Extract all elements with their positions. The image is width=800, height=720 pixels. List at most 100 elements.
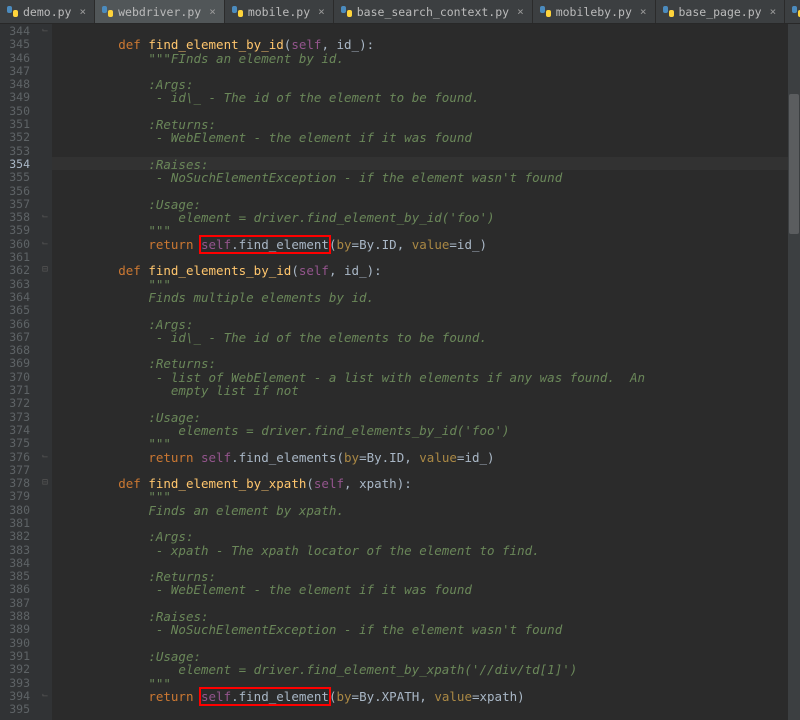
- code-line[interactable]: def find_elements_by_id(self, id_):: [58, 264, 800, 277]
- code-line[interactable]: :Args:: [58, 318, 800, 331]
- fold-marker[interactable]: [38, 423, 52, 436]
- code-line[interactable]: [58, 251, 800, 264]
- code-line[interactable]: [58, 517, 800, 530]
- code-editor[interactable]: 3443453463473483493503513523533543553563…: [0, 24, 800, 720]
- code-line[interactable]: :Args:: [58, 530, 800, 543]
- fold-marker[interactable]: [38, 157, 52, 170]
- fold-marker[interactable]: [38, 582, 52, 595]
- code-line[interactable]: :Returns:: [58, 118, 800, 131]
- fold-marker[interactable]: [38, 51, 52, 64]
- fold-marker[interactable]: [38, 130, 52, 143]
- code-line[interactable]: """: [58, 490, 800, 503]
- fold-marker[interactable]: [38, 489, 52, 502]
- code-line[interactable]: element = driver.find_element_by_id('foo…: [58, 211, 800, 224]
- code-line[interactable]: [58, 597, 800, 610]
- fold-marker[interactable]: [38, 410, 52, 423]
- fold-marker[interactable]: [38, 356, 52, 369]
- fold-marker[interactable]: ⌙: [38, 24, 52, 37]
- code-line[interactable]: :Raises:: [58, 610, 800, 623]
- close-icon[interactable]: ×: [79, 5, 86, 18]
- code-line[interactable]: :Usage:: [58, 198, 800, 211]
- fold-gutter[interactable]: ⌙ ⌙ ⌙ ⊟ ⌙ ⊟ ⌙: [38, 24, 52, 720]
- tab-mobile-py[interactable]: mobile.py×: [225, 0, 334, 23]
- code-line[interactable]: - NoSuchElementException - if the elemen…: [58, 171, 800, 184]
- fold-marker[interactable]: [38, 463, 52, 476]
- close-icon[interactable]: ×: [209, 5, 216, 18]
- code-line[interactable]: - list of WebElement - a list with eleme…: [58, 371, 800, 384]
- fold-marker[interactable]: [38, 37, 52, 50]
- tab-home_page-py[interactable]: home_page.py×: [785, 0, 800, 23]
- fold-marker[interactable]: [38, 117, 52, 130]
- code-line[interactable]: [58, 105, 800, 118]
- code-line[interactable]: """: [58, 437, 800, 450]
- fold-marker[interactable]: ⌙: [38, 237, 52, 250]
- code-line[interactable]: :Returns:: [58, 570, 800, 583]
- code-line[interactable]: :Args:: [58, 78, 800, 91]
- code-line[interactable]: - WebElement - the element if it was fou…: [58, 131, 800, 144]
- fold-marker[interactable]: [38, 317, 52, 330]
- code-line[interactable]: Finds an element by xpath.: [58, 504, 800, 517]
- fold-marker[interactable]: ⊟: [38, 476, 52, 489]
- fold-marker[interactable]: [38, 330, 52, 343]
- fold-marker[interactable]: [38, 197, 52, 210]
- code-line[interactable]: [58, 464, 800, 477]
- fold-marker[interactable]: [38, 184, 52, 197]
- code-line[interactable]: [58, 344, 800, 357]
- code-line[interactable]: """: [58, 278, 800, 291]
- tab-mobileby-py[interactable]: mobileby.py×: [533, 0, 656, 23]
- code-line[interactable]: empty list if not: [58, 384, 800, 397]
- fold-marker[interactable]: ⌙: [38, 210, 52, 223]
- fold-marker[interactable]: [38, 170, 52, 183]
- fold-marker[interactable]: [38, 383, 52, 396]
- fold-marker[interactable]: [38, 516, 52, 529]
- code-line[interactable]: - id\_ - The id of the elements to be fo…: [58, 331, 800, 344]
- close-icon[interactable]: ×: [318, 5, 325, 18]
- code-line[interactable]: def find_element_by_xpath(self, xpath):: [58, 477, 800, 490]
- code-line[interactable]: :Usage:: [58, 650, 800, 663]
- code-area[interactable]: def find_element_by_id(self, id_): """FI…: [52, 24, 800, 720]
- code-line[interactable]: [58, 703, 800, 716]
- code-line[interactable]: Finds multiple elements by id.: [58, 291, 800, 304]
- fold-marker[interactable]: [38, 503, 52, 516]
- code-line[interactable]: - id\_ - The id of the element to be fou…: [58, 91, 800, 104]
- code-line[interactable]: """FInds an element by id.: [58, 52, 800, 65]
- fold-marker[interactable]: [38, 144, 52, 157]
- fold-marker[interactable]: ⌙: [38, 689, 52, 702]
- fold-marker[interactable]: [38, 436, 52, 449]
- fold-marker[interactable]: [38, 370, 52, 383]
- fold-marker[interactable]: [38, 569, 52, 582]
- fold-marker[interactable]: [38, 702, 52, 715]
- code-line[interactable]: [58, 25, 800, 38]
- fold-marker[interactable]: [38, 77, 52, 90]
- fold-marker[interactable]: [38, 622, 52, 635]
- close-icon[interactable]: ×: [517, 5, 524, 18]
- code-line[interactable]: elements = driver.find_elements_by_id('f…: [58, 424, 800, 437]
- fold-marker[interactable]: [38, 676, 52, 689]
- tab-base_page-py[interactable]: base_page.py×: [656, 0, 786, 23]
- fold-marker[interactable]: [38, 90, 52, 103]
- tab-base_search_context-py[interactable]: base_search_context.py×: [334, 0, 533, 23]
- fold-marker[interactable]: ⌙: [38, 450, 52, 463]
- code-line[interactable]: - xpath - The xpath locator of the eleme…: [58, 544, 800, 557]
- code-line[interactable]: [58, 145, 800, 158]
- fold-marker[interactable]: [38, 277, 52, 290]
- fold-marker[interactable]: [38, 609, 52, 622]
- fold-marker[interactable]: [38, 556, 52, 569]
- code-line[interactable]: [58, 65, 800, 78]
- code-line[interactable]: [58, 185, 800, 198]
- fold-marker[interactable]: [38, 290, 52, 303]
- fold-marker[interactable]: [38, 303, 52, 316]
- code-line[interactable]: :Raises:: [58, 158, 800, 171]
- fold-marker[interactable]: [38, 649, 52, 662]
- code-line[interactable]: [58, 304, 800, 317]
- code-line[interactable]: :Returns:: [58, 357, 800, 370]
- fold-marker[interactable]: ⊟: [38, 263, 52, 276]
- code-line[interactable]: :Usage:: [58, 411, 800, 424]
- fold-marker[interactable]: [38, 396, 52, 409]
- fold-marker[interactable]: [38, 104, 52, 117]
- fold-marker[interactable]: [38, 529, 52, 542]
- code-line[interactable]: [58, 637, 800, 650]
- tab-webdriver-py[interactable]: webdriver.py×: [95, 0, 225, 23]
- fold-marker[interactable]: [38, 250, 52, 263]
- code-line[interactable]: return self.find_element(by=By.ID, value…: [58, 238, 800, 251]
